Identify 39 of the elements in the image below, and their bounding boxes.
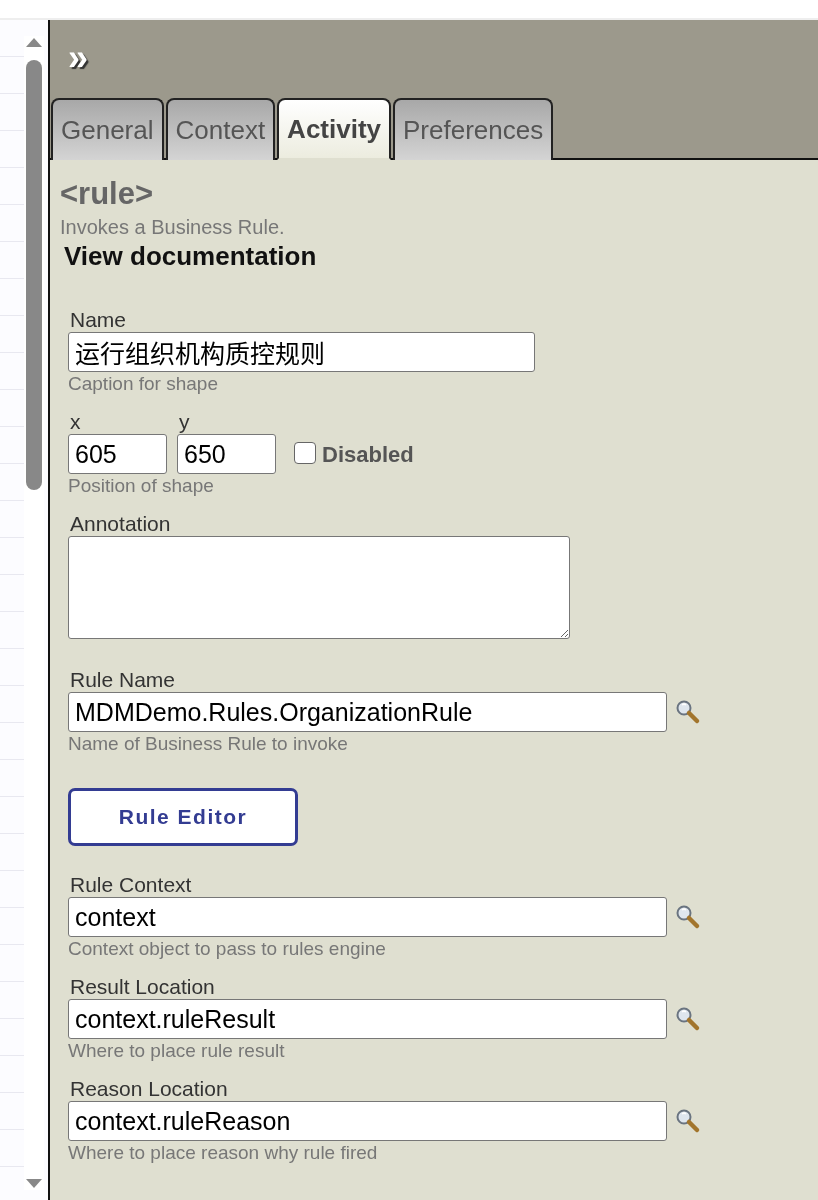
field-hint: Where to place reason why rule fired [68,1142,378,1164]
scroll-down-icon[interactable] [25,1178,43,1190]
text-field[interactable]: context [68,897,667,937]
tab[interactable]: General [51,98,164,160]
element-title: <rule> [60,176,155,212]
text-field[interactable]: 运行组织机构质控规则 [68,332,535,372]
tab[interactable]: Context [165,98,276,160]
search-icon[interactable] [675,1006,701,1032]
field-label: Rule Name [70,668,176,692]
field-label: Rule Context [70,873,192,897]
field-label: Annotation [70,512,171,536]
text-field[interactable]: context.ruleReason [68,1101,667,1141]
search-icon[interactable] [675,699,701,725]
x-field[interactable]: 605 [68,434,167,474]
checkbox-label: Disabled [322,442,414,468]
documentation-link[interactable]: View documentation [64,241,317,272]
tab[interactable]: Preferences [393,98,554,160]
field-label: y [179,410,191,434]
field-label: x [70,410,82,434]
field-label: Result Location [70,975,215,999]
rule-editor-button[interactable]: Rule Editor [68,788,298,846]
scroll-up-icon[interactable] [25,36,43,48]
field-label: Reason Location [70,1077,228,1101]
field-label: Name [70,308,127,332]
text-field[interactable]: context.ruleResult [68,999,667,1039]
y-field[interactable]: 650 [177,434,276,474]
field-hint: Position of shape [68,475,214,497]
element-description: Invokes a Business Rule. [60,216,286,239]
field-hint: Context object to pass to rules engine [68,938,386,960]
field-hint: Where to place rule result [68,1040,285,1062]
annotation-field[interactable] [68,536,570,639]
text-field[interactable]: MDMDemo.Rules.OrganizationRule [68,692,667,732]
search-icon[interactable] [675,904,701,930]
tab[interactable]: Activity [277,98,392,160]
field-hint: Name of Business Rule to invoke [68,733,348,755]
checkbox[interactable] [294,442,316,464]
search-icon[interactable] [675,1108,701,1134]
field-hint: Caption for shape [68,373,218,395]
scrollbar-thumb[interactable] [26,60,42,490]
